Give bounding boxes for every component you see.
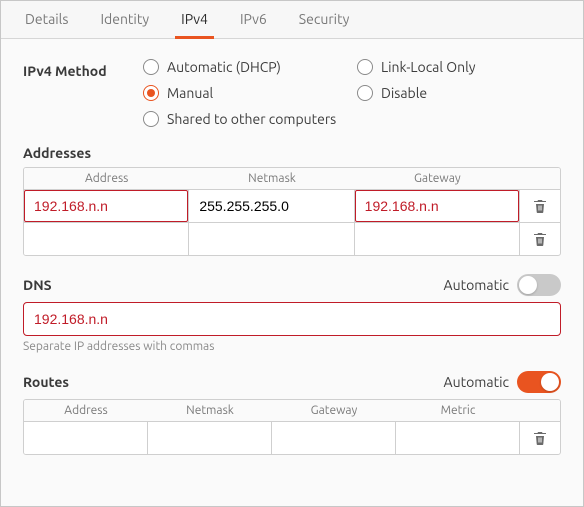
tab-security[interactable]: Security bbox=[283, 1, 366, 38]
dns-automatic-switch[interactable] bbox=[517, 274, 561, 296]
radio-icon bbox=[357, 59, 373, 75]
netmask-input[interactable] bbox=[189, 190, 353, 222]
address-row bbox=[24, 222, 560, 255]
addresses-header-netmask: Netmask bbox=[189, 168, 354, 189]
delete-row-button[interactable] bbox=[520, 190, 560, 222]
routes-header-metric: Metric bbox=[396, 400, 520, 421]
tab-ipv4[interactable]: IPv4 bbox=[165, 1, 224, 38]
route-metric-input[interactable] bbox=[396, 422, 519, 454]
dns-title: DNS bbox=[23, 277, 52, 293]
addresses-header-spacer bbox=[520, 168, 560, 189]
route-gateway-input[interactable] bbox=[272, 422, 395, 454]
routes-title: Routes bbox=[23, 374, 69, 390]
content-area: IPv4 Method Automatic (DHCP) Link-Local … bbox=[1, 39, 583, 483]
radio-icon bbox=[357, 85, 373, 101]
routes-automatic-switch[interactable] bbox=[517, 371, 561, 393]
gateway-input[interactable] bbox=[355, 223, 519, 255]
radio-icon bbox=[143, 85, 159, 101]
routes-header-row: Routes Automatic bbox=[23, 371, 561, 393]
addresses-table: Address Netmask Gateway bbox=[23, 167, 561, 256]
addresses-title: Addresses bbox=[23, 145, 561, 161]
ipv4-method-label: IPv4 Method bbox=[23, 59, 143, 79]
routes-automatic-label: Automatic bbox=[444, 374, 509, 390]
tab-bar: Details Identity IPv4 IPv6 Security bbox=[1, 1, 583, 39]
addresses-header-address: Address bbox=[24, 168, 189, 189]
tab-ipv6[interactable]: IPv6 bbox=[224, 1, 283, 38]
network-settings-window: Details Identity IPv4 IPv6 Security IPv4… bbox=[0, 0, 584, 507]
route-netmask-input[interactable] bbox=[148, 422, 271, 454]
radio-disable[interactable]: Disable bbox=[357, 85, 561, 101]
addresses-header-gateway: Gateway bbox=[355, 168, 520, 189]
dns-input[interactable] bbox=[23, 302, 561, 336]
delete-row-button[interactable] bbox=[520, 223, 560, 255]
ipv4-method-options: Automatic (DHCP) Link-Local Only Manual … bbox=[143, 59, 561, 127]
radio-automatic-dhcp[interactable]: Automatic (DHCP) bbox=[143, 59, 347, 75]
routes-header-gateway: Gateway bbox=[272, 400, 396, 421]
address-input[interactable] bbox=[24, 190, 188, 222]
radio-icon bbox=[143, 111, 159, 127]
routes-table: Address Netmask Gateway Metric bbox=[23, 399, 561, 455]
trash-icon bbox=[532, 231, 548, 247]
gateway-input[interactable] bbox=[355, 190, 519, 222]
radio-icon bbox=[143, 59, 159, 75]
addresses-header: Address Netmask Gateway bbox=[24, 168, 560, 189]
address-input[interactable] bbox=[24, 223, 188, 255]
tab-details[interactable]: Details bbox=[9, 1, 84, 38]
dns-header-row: DNS Automatic bbox=[23, 274, 561, 296]
trash-icon bbox=[532, 430, 548, 446]
radio-link-local[interactable]: Link-Local Only bbox=[357, 59, 561, 75]
routes-header-spacer bbox=[520, 400, 560, 421]
route-row bbox=[24, 421, 560, 454]
radio-manual[interactable]: Manual bbox=[143, 85, 347, 101]
dns-hint: Separate IP addresses with commas bbox=[23, 340, 561, 353]
routes-header-netmask: Netmask bbox=[148, 400, 272, 421]
netmask-input[interactable] bbox=[189, 223, 353, 255]
address-row bbox=[24, 189, 560, 222]
dns-automatic-label: Automatic bbox=[444, 277, 509, 293]
route-address-input[interactable] bbox=[24, 422, 147, 454]
routes-header-address: Address bbox=[24, 400, 148, 421]
routes-header: Address Netmask Gateway Metric bbox=[24, 400, 560, 421]
trash-icon bbox=[532, 198, 548, 214]
ipv4-method-section: IPv4 Method Automatic (DHCP) Link-Local … bbox=[23, 59, 561, 127]
delete-route-button[interactable] bbox=[520, 422, 560, 454]
radio-shared[interactable]: Shared to other computers bbox=[143, 111, 561, 127]
tab-identity[interactable]: Identity bbox=[84, 1, 165, 38]
